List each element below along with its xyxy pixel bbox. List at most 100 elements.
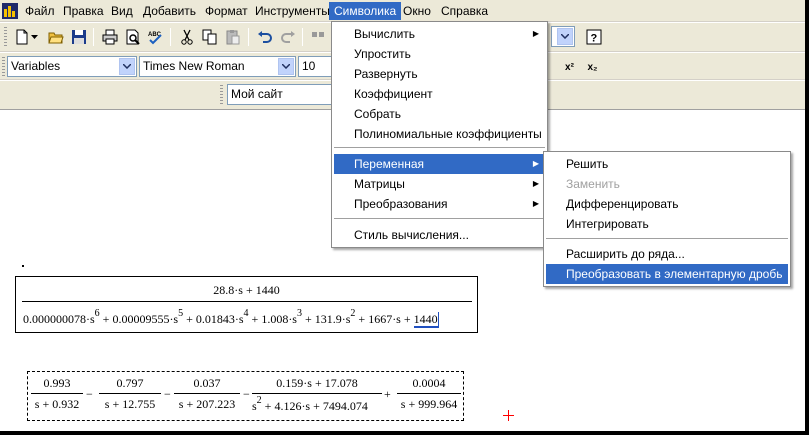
menu-item-variable[interactable]: Переменная ▶ [334,154,545,174]
menu-item-differentiate[interactable]: Дифференцировать [546,194,788,214]
frac-1-denominator: s + 0.932 [34,397,80,411]
menu-item-convert-to-partial-fraction[interactable]: Преобразовать в элементарную дробь [546,264,788,284]
menu-separator [546,238,788,239]
operator: − [86,387,93,401]
menu-item-simplify[interactable]: Упростить [334,44,545,64]
menu-file[interactable]: Файл [20,2,60,20]
fraction-bar [397,393,461,394]
menu-format[interactable]: Формат [200,2,253,20]
toolbar-separator [93,28,94,46]
align-button[interactable] [306,26,329,48]
operator: − [243,387,250,401]
menu-help[interactable]: Справка [436,2,493,20]
submenu-arrow-icon: ▶ [532,179,539,188]
font-size-value: 10 [302,59,316,73]
numerator: 28.8·s + 1440 [213,283,280,297]
chevron-down-icon [282,64,290,69]
toolbar-grip[interactable] [2,57,5,76]
undo-button[interactable] [253,26,276,48]
style-select[interactable]: Variables [7,56,137,77]
menu-view[interactable]: Вид [106,2,138,20]
menu-item-collect[interactable]: Собрать [334,104,545,124]
menu-item-matrix[interactable]: Матрицы ▶ [334,174,545,194]
submenu-arrow-icon: ▶ [532,159,539,168]
help-question-icon: ? [586,29,601,45]
symbolics-menu: Вычислить ▶ Упростить Развернуть Коэффици… [331,21,548,248]
font-size-select[interactable]: 10 [298,56,334,77]
style-select-button[interactable] [119,58,135,75]
menu-item-transform[interactable]: Преобразования ▶ [334,194,545,214]
superscript-button[interactable]: x² [558,56,581,78]
region-marker [22,265,24,267]
open-folder-icon [47,32,64,44]
fraction-bar [174,393,240,394]
frac-5-numerator: 0.0004 [412,376,446,390]
menu-window[interactable]: Окно [398,2,436,20]
menu-item-substitute: Заменить [566,177,620,191]
cut-button[interactable] [175,26,198,48]
subscript-label: x₂ [587,61,598,73]
align-icon [311,32,324,37]
menu-item-evaluation-style[interactable]: Стиль вычисления... [334,225,545,245]
printer-icon [102,29,117,45]
font-select[interactable]: Times New Roman [139,56,296,77]
print-button[interactable] [98,26,121,48]
print-preview-button[interactable] [121,26,144,48]
frac-3-denominator: s + 207.223 [178,397,236,411]
print-preview-icon [126,29,140,45]
submenu-arrow-icon: ▶ [532,29,539,38]
resource-select[interactable]: Мой сайт [227,84,335,105]
help-button[interactable]: ? [582,26,605,48]
mathcad-app-icon[interactable] [2,3,18,19]
scissors-icon [180,29,193,45]
math-region-partial-fractions[interactable]: 0.993 s + 0.932 − 0.797 s + 12.755 − 0.0… [27,371,464,421]
toolbar-grip[interactable] [4,27,7,47]
superscript-label: x² [565,61,574,73]
crosshair-cursor-icon [503,410,514,421]
frac-4-numerator: 0.159·s + 17.078 [276,376,358,390]
paste-clipboard-icon [226,30,239,45]
fraction-bar [31,393,83,394]
paste-button[interactable] [221,26,244,48]
redo-button[interactable] [276,26,299,48]
window-frame: Файл Правка Вид Добавить Формат Инструме… [0,0,809,435]
menu-item-factor[interactable]: Коэффициент [334,84,545,104]
svg-text:?: ? [590,33,597,45]
save-button[interactable] [67,26,90,48]
menu-item-integrate[interactable]: Интегрировать [546,214,788,234]
fraction-bar [252,393,382,394]
style-select-value: Variables [11,59,61,73]
menu-item-solve[interactable]: Решить [546,154,788,174]
menu-tools[interactable]: Инструменты [250,2,335,20]
new-document-dropdown[interactable] [28,26,40,48]
subscript-button[interactable]: x₂ [581,56,604,78]
variable-submenu: Решить Заменить Дифференцировать Интегри… [543,151,791,287]
denominator: 0.000000078·s6 + 0.00009555·s5 + 0.01843… [23,308,439,328]
frac-2-numerator: 0.797 [116,376,144,390]
spell-check-button[interactable]: ABC [144,26,167,48]
frac-3-numerator: 0.037 [193,376,221,390]
font-select-button[interactable] [278,58,294,75]
operator: − [164,387,171,401]
menu-item-polynomial-coefficients[interactable]: Полиномиальные коэффициенты [334,124,545,144]
math-region-transfer-function[interactable]: 28.8·s + 1440 0.000000078·s6 + 0.0000955… [15,276,478,333]
menu-item-evaluate[interactable]: Вычислить ▶ [334,24,545,44]
menu-insert[interactable]: Добавить [138,2,201,20]
menu-symbolics[interactable]: Символика [329,2,402,20]
zoom-combo[interactable] [551,26,575,47]
resource-select-value: Мой сайт [231,87,283,101]
menu-item-expand[interactable]: Развернуть [334,64,545,84]
zoom-combo-button[interactable] [557,28,573,45]
toolbar-separator [302,28,303,46]
toolbar-grip[interactable] [220,85,223,105]
chevron-down-icon [561,34,569,39]
menu-item-expand-to-series[interactable]: Расширить до ряда... [546,244,788,264]
fraction-bar [99,393,161,394]
toolbar-separator [170,28,171,46]
fraction-bar [22,301,472,302]
frac-5-denominator: s + 999.964 [400,397,458,411]
copy-button[interactable] [198,26,221,48]
redo-arrow-icon [280,31,295,43]
menu-edit[interactable]: Правка [58,2,109,20]
open-button[interactable] [44,26,67,48]
